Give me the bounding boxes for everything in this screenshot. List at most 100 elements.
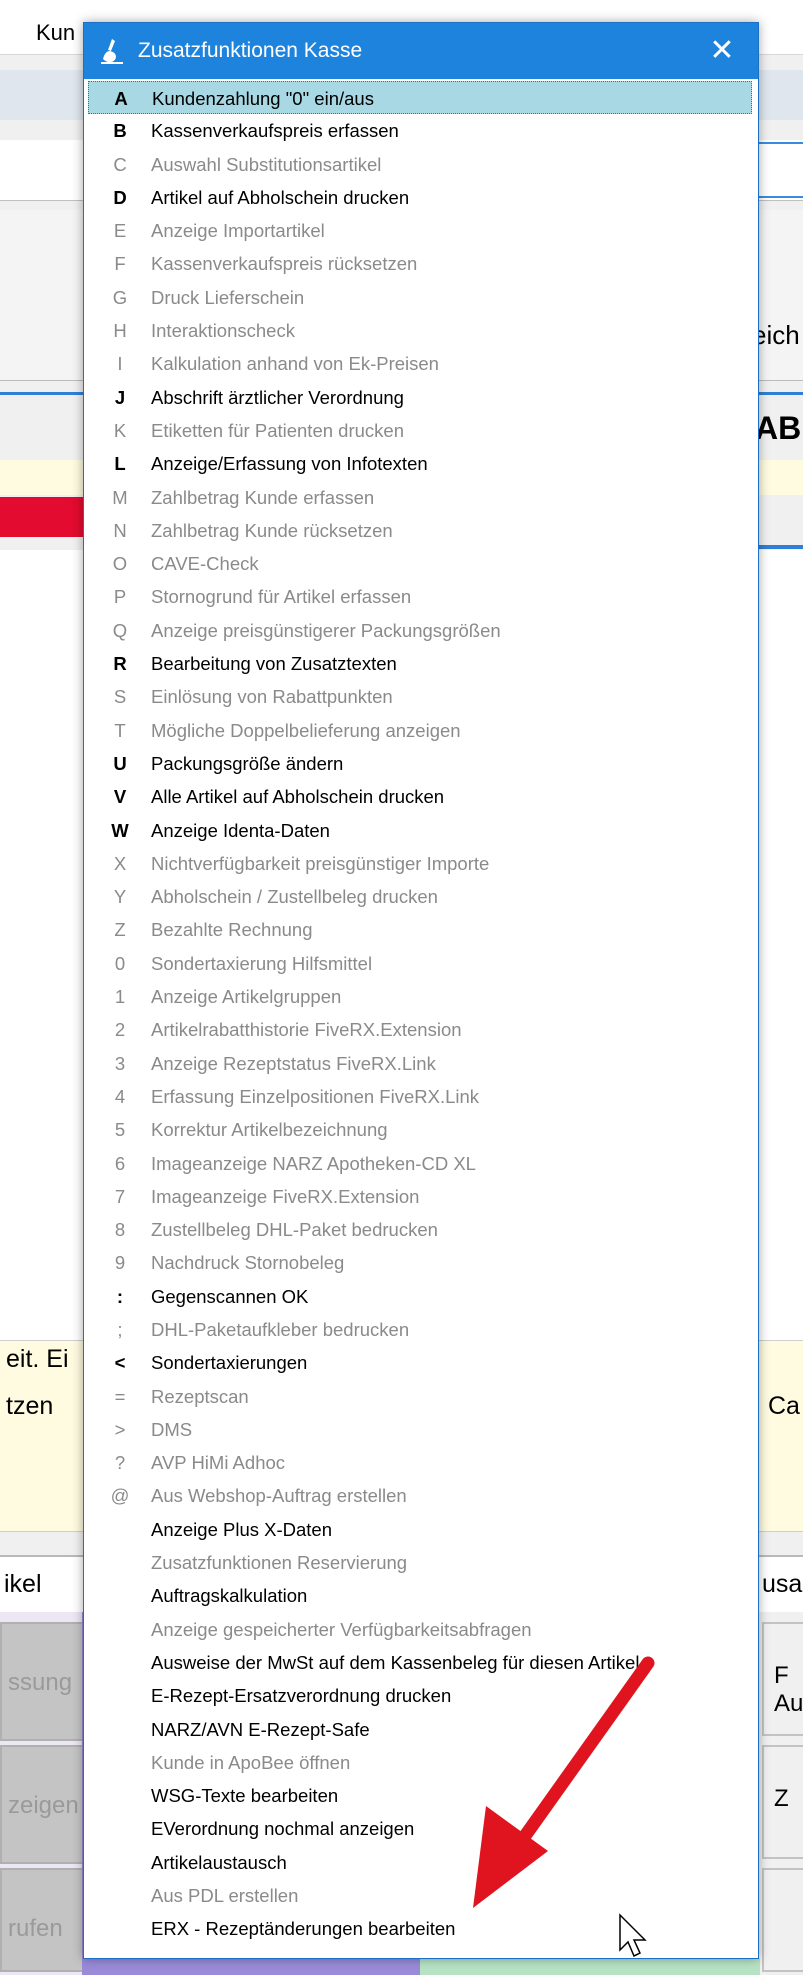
function-item[interactable]: A Kundenzahlung "0" ein/aus [88,81,752,115]
function-item-key: U [113,752,127,774]
function-item: T Mögliche Doppelbelieferung anzeigen [88,714,752,747]
function-item[interactable]: E-Rezept-Ersatzverordnung drucken [88,1679,752,1712]
function-item[interactable]: W Anzeige Identa-Daten [88,814,752,847]
app-side-button-3[interactable]: rufen [0,1868,84,1972]
app-side-button-2[interactable]: zeigen [0,1745,84,1864]
function-item-key: ? [114,1452,126,1474]
function-item: ; DHL-Paketaufkleber bedrucken [88,1313,752,1346]
function-item-label: DMS [151,1418,193,1440]
function-item-key: B [113,120,127,142]
app-right-button-2[interactable]: Z [762,1745,803,1859]
function-item-label: Kalkulation anhand von Ek-Preisen [151,353,439,375]
function-item: 5 Korrektur Artikelbezeichnung [88,1113,752,1146]
dialog-titlebar[interactable]: Zusatzfunktionen Kasse ✕ [84,23,758,79]
function-item-label: Aus PDL erstellen [151,1885,299,1907]
function-item-label: Imageanzeige FiveRX.Extension [151,1185,420,1207]
function-item: 4 Erfassung Einzelpositionen FiveRX.Link [88,1080,752,1113]
function-item-key: J [114,386,126,408]
function-item-key: 0 [114,952,126,974]
function-item-label: Artikelrabatthistorie FiveRX.Extension [151,1019,462,1041]
function-item-key: D [113,186,127,208]
function-item[interactable]: WSG-Texte bearbeiten [88,1779,752,1812]
function-item-label: Anzeige Artikelgruppen [151,986,342,1008]
function-item-key: : [116,1285,124,1307]
function-item-label: Druck Lieferschein [151,286,305,308]
dialog-title: Zusatzfunktionen Kasse [138,39,363,62]
function-item[interactable]: B Kassenverkaufspreis erfassen [88,114,752,147]
app-text-fragment-reich: eich [752,320,800,350]
function-item-label: Sondertaxierungen [151,1352,308,1374]
function-item[interactable]: J Abschrift ärztlicher Verordnung [88,381,752,414]
function-item-label: Artikel auf Abholschein drucken [151,186,410,208]
function-item: 1 Anzeige Artikelgruppen [88,980,752,1013]
function-item-label: Erfassung Einzelpositionen FiveRX.Link [151,1085,480,1107]
function-item[interactable]: D Artikel auf Abholschein drucken [88,181,752,214]
function-item-label: ERX - Rezeptänderungen bearbeiten [151,1918,456,1940]
function-item-key: Y [113,886,127,908]
function-item-label: NARZ/AVN E-Rezept-Safe [151,1718,370,1740]
function-item-label: Packungsgröße ändern [151,752,344,774]
function-item[interactable]: V Alle Artikel auf Abholschein drucken [88,780,752,813]
app-tab-button[interactable] [755,142,803,198]
function-item[interactable]: Auftragskalkulation [88,1579,752,1612]
app-text-fragment-ab: AB [755,410,802,446]
function-item-label: Nachdruck Stornobeleg [151,1252,345,1274]
function-item[interactable]: Ausweise der MwSt auf dem Kassenbeleg fü… [88,1646,752,1679]
function-item[interactable]: Anzeige Plus X-Daten [88,1513,752,1546]
function-item: H Interaktionscheck [88,314,752,347]
function-item: 3 Anzeige Rezeptstatus FiveRX.Link [88,1047,752,1080]
function-item-key: P [113,586,127,608]
function-item-label: Anzeige Importartikel [151,220,325,242]
function-item-label: Anzeige Rezeptstatus FiveRX.Link [151,1052,436,1074]
function-item-label: E-Rezept-Ersatzverordnung drucken [151,1685,452,1707]
function-item[interactable]: U Packungsgröße ändern [88,747,752,780]
function-item-key: @ [110,1485,130,1507]
function-item: 9 Nachdruck Stornobeleg [88,1246,752,1279]
function-item-key: L [114,453,126,475]
function-item[interactable]: < Sondertaxierungen [88,1346,752,1379]
function-item-label: Aus Webshop-Auftrag erstellen [151,1485,407,1507]
app-right-button-1[interactable]: F Au [762,1622,803,1736]
function-item-key: < [114,1352,126,1374]
function-item-key: Q [112,619,128,641]
function-item: @ Aus Webshop-Auftrag erstellen [88,1479,752,1512]
function-item[interactable]: ERX - Rezeptänderungen bearbeiten [88,1912,752,1945]
function-item-label: Artikelaustausch [151,1851,287,1873]
function-item-label: DHL-Paketaufkleber bedrucken [151,1318,410,1340]
function-item-key: O [112,553,128,575]
app-alert-bar [0,497,90,537]
function-item-label: Bearbeitung von Zusatztexten [151,653,397,675]
function-item: Z Bezahlte Rechnung [88,913,752,946]
function-item-key: V [113,786,127,808]
app-accent-line [752,545,803,549]
function-item-key: 2 [114,1019,126,1041]
function-item-label: Auftragskalkulation [151,1585,308,1607]
function-item[interactable]: L Anzeige/Erfassung von Infotexten [88,447,752,480]
function-item: Y Abholschein / Zustellbeleg drucken [88,880,752,913]
function-item: > DMS [88,1413,752,1446]
app-notice-fragment-1: eit. Ei [6,1345,69,1373]
app-notice-fragment-3: Ca [768,1392,800,1420]
function-item-label: Anzeige gespeicherter Verfügbarkeitsabfr… [151,1618,532,1640]
close-icon[interactable]: ✕ [698,29,746,73]
function-item-key: 1 [114,986,126,1008]
function-item-label: Etiketten für Patienten drucken [151,419,404,441]
function-item-key: A [114,88,128,109]
function-item-key: N [113,519,127,541]
function-item: S Einlösung von Rabattpunkten [88,680,752,713]
app-notice-fragment-2: tzen [6,1392,54,1420]
app-right-button-3[interactable] [762,1868,803,1972]
function-item[interactable]: EVerordnung nochmal anzeigen [88,1812,752,1845]
function-item-label: Gegenscannen OK [151,1285,309,1307]
function-item[interactable]: NARZ/AVN E-Rezept-Safe [88,1713,752,1746]
function-item-label: Interaktionscheck [151,320,295,342]
function-item-key: 4 [114,1085,126,1107]
function-item: Anzeige gespeicherter Verfügbarkeitsabfr… [88,1613,752,1646]
function-item[interactable]: R Bearbeitung von Zusatztexten [88,647,752,680]
app-side-button-1[interactable]: ssung [0,1622,84,1741]
function-item-key: ; [117,1318,123,1340]
function-item: 7 Imageanzeige FiveRX.Extension [88,1180,752,1213]
function-item[interactable]: Artikelaustausch [88,1846,752,1879]
function-item-key: = [114,1385,126,1407]
function-item[interactable]: : Gegenscannen OK [88,1280,752,1313]
